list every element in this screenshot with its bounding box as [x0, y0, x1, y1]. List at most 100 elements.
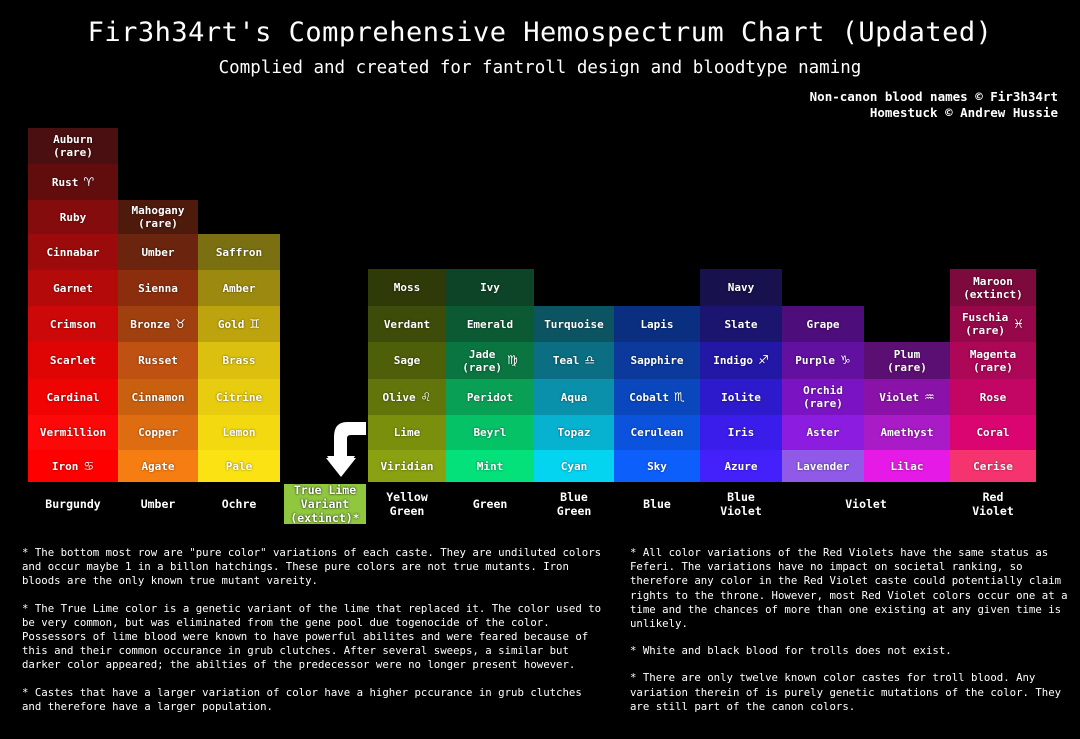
caste-label-text: True Lime Variant (extinct)* [290, 483, 360, 525]
color-cell-orchid: Orchid (rare) [782, 379, 864, 415]
color-name: Aster [806, 426, 840, 439]
color-cell-amethyst: Amethyst [864, 415, 950, 450]
caste-label-text: Blue [643, 497, 671, 511]
color-name: Vermillion [39, 426, 107, 439]
color-cell-teal: Teal ♎ [534, 342, 614, 379]
color-name: Cardinal [46, 390, 100, 404]
color-name: Mahogany (rare) [131, 204, 185, 230]
color-name: Beyrl [473, 426, 507, 439]
zodiac-symbol-icon: ♈ [83, 174, 95, 189]
color-cell-pale: Pale [198, 450, 280, 482]
caste-label-text: Burgundy [45, 497, 101, 511]
color-name: Cinnamon [131, 390, 185, 404]
caste-label-text: Ochre [221, 497, 257, 511]
color-name: Ivy [480, 281, 500, 294]
caste-label-burgundy: Burgundy [28, 484, 118, 524]
color-name: Saffron [215, 245, 263, 259]
color-cell-violet: Violet ♒ [864, 379, 950, 415]
caste-label-redviolet: Red Violet [950, 484, 1036, 524]
color-cell-indigo: Indigo ♐ [700, 342, 782, 379]
color-cell-lilac: Lilac [864, 450, 950, 482]
zodiac-symbol-icon: ♓ [1013, 316, 1025, 331]
color-cell-lime: Lime [368, 415, 446, 450]
color-cell-amber: Amber [198, 270, 280, 306]
color-cell-iron: Iron ♋ [28, 450, 118, 482]
caste-label-text: Blue Green [556, 490, 592, 518]
color-name: Lilac [890, 459, 924, 473]
zodiac-symbol-icon: ♐ [757, 353, 769, 367]
color-cell-cinnabar: Cinnabar [28, 234, 118, 270]
color-name: Citrine [215, 390, 263, 404]
color-name: Sienna [138, 281, 178, 295]
color-name: Sapphire [630, 354, 684, 367]
color-name: Russet [138, 354, 178, 367]
color-cell-lapis: Lapis [614, 306, 700, 342]
color-cell-saffron: Saffron [198, 234, 280, 270]
color-cell-cobalt: Cobalt ♏ [614, 379, 700, 415]
color-name: Orchid (rare) [803, 384, 843, 410]
color-grid: Auburn (rare) Rust ♈ Ruby Cinnabar Garnet Crim… [0, 0, 1080, 530]
color-name: Auburn (rare) [53, 133, 93, 159]
color-name: Crimson [49, 317, 97, 331]
color-cell-sky: Sky [614, 450, 700, 482]
color-name: Umber [141, 245, 175, 259]
color-name: Sky [647, 459, 667, 473]
color-cell-rose: Rose [950, 379, 1036, 415]
color-cell-rust: Rust ♈ [28, 164, 118, 200]
color-cell-olive: Olive ♌ [368, 379, 446, 415]
zodiac-symbol-icon: ♒ [923, 389, 935, 404]
color-name: Lapis [640, 317, 674, 331]
color-cell-citrine: Citrine [198, 379, 280, 415]
caste-label-text: Yellow Green [386, 490, 428, 518]
zodiac-symbol-icon: ♊ [249, 316, 261, 331]
color-cell-magenta: Magenta (rare) [950, 342, 1036, 379]
color-cell-purple: Purple ♑ [782, 342, 864, 379]
color-cell-mint: Mint [446, 450, 534, 482]
color-name: Sage [393, 354, 421, 367]
caste-label-green: Green [446, 484, 534, 524]
color-cell-umber: Umber [118, 234, 198, 270]
color-cell-auburn: Auburn (rare) [28, 128, 118, 164]
caste-label-violet: Violet [782, 484, 950, 524]
color-cell-mahogany: Mahogany (rare) [118, 200, 198, 234]
color-cell-grape: Grape [782, 306, 864, 342]
color-name: Scarlet [49, 354, 97, 367]
color-cell-gold: Gold ♊ [198, 306, 280, 342]
color-name: Lavender [796, 459, 850, 473]
color-name: Iris [727, 426, 755, 439]
color-cell-cardinal: Cardinal [28, 379, 118, 415]
caste-label-text: Violet [845, 497, 887, 511]
caste-label-text: Umber [140, 497, 176, 511]
caste-label-truelime: True Lime Variant (extinct)* [284, 483, 366, 525]
color-name: Viridian [380, 459, 434, 473]
color-name: Iron [51, 459, 79, 473]
color-cell-aqua: Aqua [534, 379, 614, 415]
color-cell-sage: Sage [368, 342, 446, 379]
color-cell-peridot: Peridot [446, 379, 534, 415]
color-name: Cinnabar [46, 245, 100, 259]
color-name: Peridot [466, 390, 514, 404]
color-cell-topaz: Topaz [534, 415, 614, 450]
color-name: Agate [141, 459, 175, 473]
zodiac-symbol-icon: ♏ [673, 389, 685, 404]
color-name: Lime [393, 426, 421, 439]
color-name: Navy [727, 281, 755, 294]
color-cell-ruby: Ruby [28, 200, 118, 234]
color-cell-fuschia: Fuschia (rare) ♓ [950, 306, 1036, 342]
color-cell-bronze: Bronze ♉ [118, 306, 198, 342]
color-name: Azure [724, 459, 758, 473]
hemospectrum-chart-page: Fir3h34rt's Comprehensive Hemospectrum C… [0, 0, 1080, 739]
caste-label-text: Green [472, 497, 508, 511]
color-cell-jade: Jade (rare) ♍ [446, 342, 534, 379]
color-name: Cerulean [630, 426, 684, 439]
color-name: Amethyst [880, 426, 934, 439]
color-name: Slate [724, 317, 758, 331]
footnotes-right: * All color variations of the Red Violet… [630, 546, 1070, 727]
color-name: Mint [476, 459, 504, 473]
caste-label-blue: Blue [614, 484, 700, 524]
color-name: Aqua [560, 390, 588, 404]
color-cell-verdant: Verdant [368, 306, 446, 342]
color-name: Violet [879, 390, 919, 404]
color-cell-viridian: Viridian [368, 450, 446, 482]
color-name: Plum (rare) [887, 347, 927, 374]
